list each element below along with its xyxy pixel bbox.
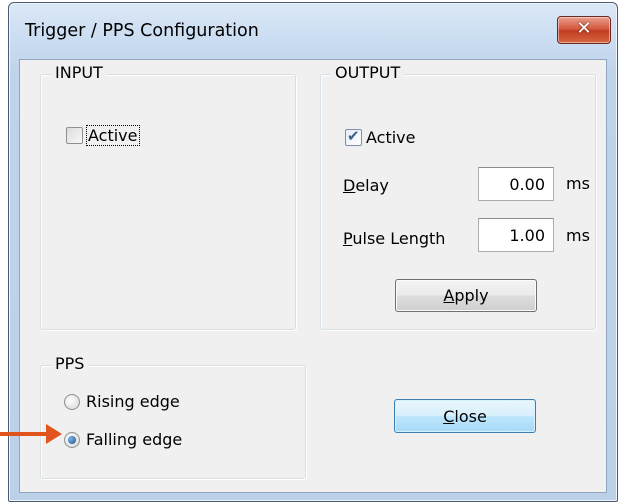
output-active-label[interactable]: Active — [366, 128, 416, 147]
pulse-length-unit: ms — [566, 226, 590, 245]
output-active-checkbox[interactable] — [345, 127, 362, 146]
annotation-arrow-shaft — [0, 432, 48, 436]
delay-unit: ms — [566, 174, 590, 193]
pulse-length-label: Pulse Length — [343, 229, 446, 248]
window-title: Trigger / PPS Configuration — [25, 21, 259, 41]
delay-label: Delay — [343, 176, 389, 195]
input-group: INPUT — [40, 63, 296, 330]
close-icon: ✕ — [576, 18, 592, 39]
close-button[interactable]: Close — [394, 399, 536, 433]
output-group-legend: OUTPUT — [331, 63, 405, 82]
input-active-label[interactable]: Active — [86, 125, 140, 146]
annotation-arrow-icon — [46, 424, 62, 444]
rising-edge-radio[interactable] — [64, 393, 80, 410]
input-active-checkbox[interactable] — [66, 127, 83, 144]
output-active-checkbox-row[interactable]: Active — [345, 127, 416, 147]
window-close-button[interactable]: ✕ — [557, 16, 611, 44]
apply-button[interactable]: Apply — [395, 279, 537, 312]
falling-edge-label[interactable]: Falling edge — [86, 430, 182, 449]
pulse-length-input[interactable]: 1.00 — [478, 218, 554, 252]
input-active-checkbox-row[interactable]: Active — [66, 125, 140, 146]
title-bar[interactable]: Trigger / PPS Configuration ✕ — [9, 3, 617, 59]
rising-edge-label[interactable]: Rising edge — [86, 392, 180, 411]
input-group-legend: INPUT — [51, 63, 107, 82]
delay-input[interactable]: 0.00 — [478, 167, 554, 201]
pps-falling-edge-option[interactable]: Falling edge — [64, 430, 182, 449]
pps-group: PPS — [40, 354, 306, 479]
falling-edge-radio[interactable] — [64, 431, 80, 448]
dialog-window: Trigger / PPS Configuration ✕ INPUT Acti… — [8, 2, 618, 502]
dialog-client-area: INPUT Active OUTPUT Active Delay 0.00 ms… — [19, 59, 607, 493]
pps-rising-edge-option[interactable]: Rising edge — [64, 392, 180, 411]
pps-group-legend: PPS — [51, 354, 89, 373]
